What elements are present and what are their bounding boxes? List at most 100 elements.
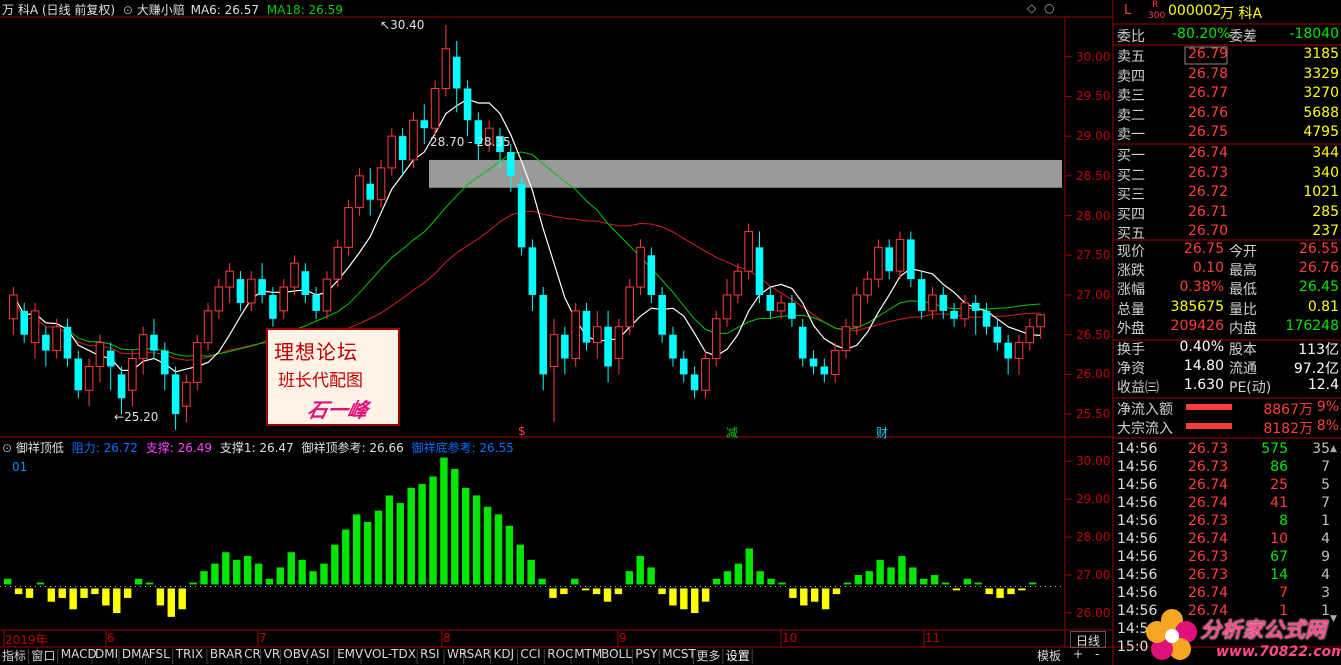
candle-body-up [279, 286, 289, 312]
tick-volume: 41 [1270, 495, 1288, 511]
toolbar-item-wr[interactable]: WR [447, 647, 467, 665]
sub-bar-up [887, 567, 895, 585]
stat-label: 内盘 [1229, 320, 1257, 337]
toolbar-item-roc[interactable]: ROC [547, 647, 573, 665]
ask-volume: 4795 [1303, 124, 1339, 140]
toolbar-item-dmi[interactable]: DMI [95, 647, 118, 665]
sub-bar-down [102, 588, 110, 606]
candle-body-down [766, 294, 775, 311]
candle-body-down [269, 294, 277, 319]
zoom-out-button[interactable]: - [1095, 647, 1099, 665]
toolbar-item-emv[interactable]: EMV [337, 647, 363, 665]
stat-value: 1.630 [1183, 377, 1224, 393]
candle-body-up [387, 135, 397, 169]
sub-bar-down [691, 588, 699, 614]
candle-body-up [636, 246, 645, 288]
toolbar-item-dma[interactable]: DMA [122, 647, 150, 665]
toolbar-item-asi[interactable]: ASI [310, 647, 329, 665]
candle-body-up [355, 175, 364, 209]
y-tick-label: 27.50 [1076, 248, 1111, 263]
toolbar-item-mtm[interactable]: MTM [574, 647, 602, 665]
candle-body-down [690, 374, 699, 391]
toolbar-item-macd[interactable]: MACD [61, 647, 97, 665]
toolbar-item-mcst[interactable]: MCST [662, 647, 696, 665]
toolbar-item-obv[interactable]: OBV [283, 647, 309, 665]
event-mark-dividend[interactable]: $ [518, 424, 526, 438]
template-button[interactable]: 模板 [1037, 647, 1061, 665]
toolbar-item-trix[interactable]: TRIX [176, 647, 203, 665]
panel-row: 涨幅 0.38% 最低 26.45 [1116, 279, 1341, 298]
stat-label: 最高 [1229, 263, 1257, 280]
candle-body-down [463, 88, 472, 121]
toolbar-item[interactable]: 更多 [696, 647, 720, 665]
stat-value: 0.38% [1179, 279, 1224, 296]
candle-body-up [52, 326, 61, 352]
watermark-line1: 理想论坛 [274, 340, 358, 364]
level-icon[interactable]: L [1124, 3, 1131, 18]
tick-volume: 10 [1270, 531, 1288, 547]
event-mark-finance[interactable]: 财 [876, 424, 888, 441]
sub-bar-down [156, 588, 165, 606]
sub-bar-down [592, 588, 601, 595]
tick-price: 26.73 [1188, 549, 1229, 565]
tick-scroll-up[interactable]: ▲ [1330, 444, 1337, 454]
toolbar-item-brar[interactable]: BRAR [210, 647, 243, 665]
tick-count: 3 [1321, 585, 1330, 601]
candle-body-down [582, 310, 591, 343]
index-icon-bottom[interactable]: 300 [1148, 11, 1165, 21]
toolbar-item-rsi[interactable]: RSI [420, 647, 440, 665]
toolbar-item[interactable]: 窗口 [31, 647, 55, 665]
candle-body-up [841, 326, 851, 352]
stat-value: 0.10 [1192, 260, 1224, 277]
resistance-value: 阻力: 26.72 [71, 441, 138, 455]
toolbar-item-voltdx[interactable]: VOL-TDX [364, 647, 416, 665]
candle-body-up [1036, 314, 1045, 328]
toolbar-item-fsl[interactable]: FSL [149, 647, 170, 665]
sub-bar-up [963, 578, 972, 585]
date-label: 10 [782, 631, 798, 645]
sub-collapse-icon[interactable]: ⊙ [2, 441, 12, 455]
toolbar-item-kdj[interactable]: KDJ [494, 647, 515, 665]
flow-label: 大宗流入 [1117, 421, 1173, 437]
toolbar-item-psy[interactable]: PSY [635, 647, 657, 665]
toolbar-item[interactable]: 指标 [2, 647, 26, 665]
panel-row: 买一 26.74 344 [1116, 145, 1341, 164]
watermark-line2: 班长代配图 [278, 371, 363, 391]
sub-bar-down [810, 588, 819, 602]
toolbar-item-vr[interactable]: VR [264, 647, 281, 665]
toolbar-item-cci[interactable]: CCI [520, 647, 540, 665]
index-icon-top[interactable]: R [1152, 0, 1158, 10]
candle-body-up [322, 278, 332, 312]
stat-value: 26.76 [1298, 260, 1339, 277]
sub-chart-header: ⊙ 御祥顶低 阻力: 26.72 支撑: 26.49 支撑1: 26.47 御祥… [2, 439, 514, 455]
toolbar-item-boll[interactable]: BOLL [601, 647, 632, 665]
candle-body-up [614, 326, 624, 360]
sub-bar-up [843, 582, 852, 585]
y-tick-label: 26.00 [1076, 367, 1111, 382]
tick-row: 14:56 26.73 14 4 [1116, 567, 1330, 585]
y-tick-label: 29.50 [1076, 89, 1111, 104]
ma-long-line [12, 210, 1041, 361]
tick-time: 14:56 [1117, 567, 1158, 583]
sub-bar-down [47, 588, 56, 602]
sub-bar-up [483, 506, 492, 585]
y-tick-label: 25.50 [1076, 407, 1111, 422]
period-button[interactable]: 日线 [1070, 631, 1106, 648]
toolbar-item-sar[interactable]: SAR [467, 647, 491, 665]
bottom-ref-value: 御祥底参考: 26.55 [411, 441, 514, 455]
candle-body-down [604, 326, 612, 367]
sub-y-tick-label: 30.00 [1076, 454, 1111, 469]
bid-label: 买四 [1117, 206, 1145, 223]
candle-body-down [258, 279, 266, 295]
zoom-in-button[interactable]: + [1073, 647, 1083, 665]
sub-bar-down [69, 588, 77, 610]
sub-bar-up [233, 559, 241, 585]
toolbar-item[interactable]: 设置 [726, 647, 750, 665]
low-price-label: ←25.20 [114, 410, 159, 424]
candle-body-down [171, 374, 180, 415]
tick-row: 14:56 26.74 7 3 [1116, 585, 1330, 603]
sub-title[interactable]: 御祥顶低 [16, 441, 64, 455]
toolbar-item-cr[interactable]: CR [244, 647, 261, 665]
event-mark-reduce[interactable]: 减 [726, 424, 738, 441]
candle-body-up [138, 334, 148, 360]
